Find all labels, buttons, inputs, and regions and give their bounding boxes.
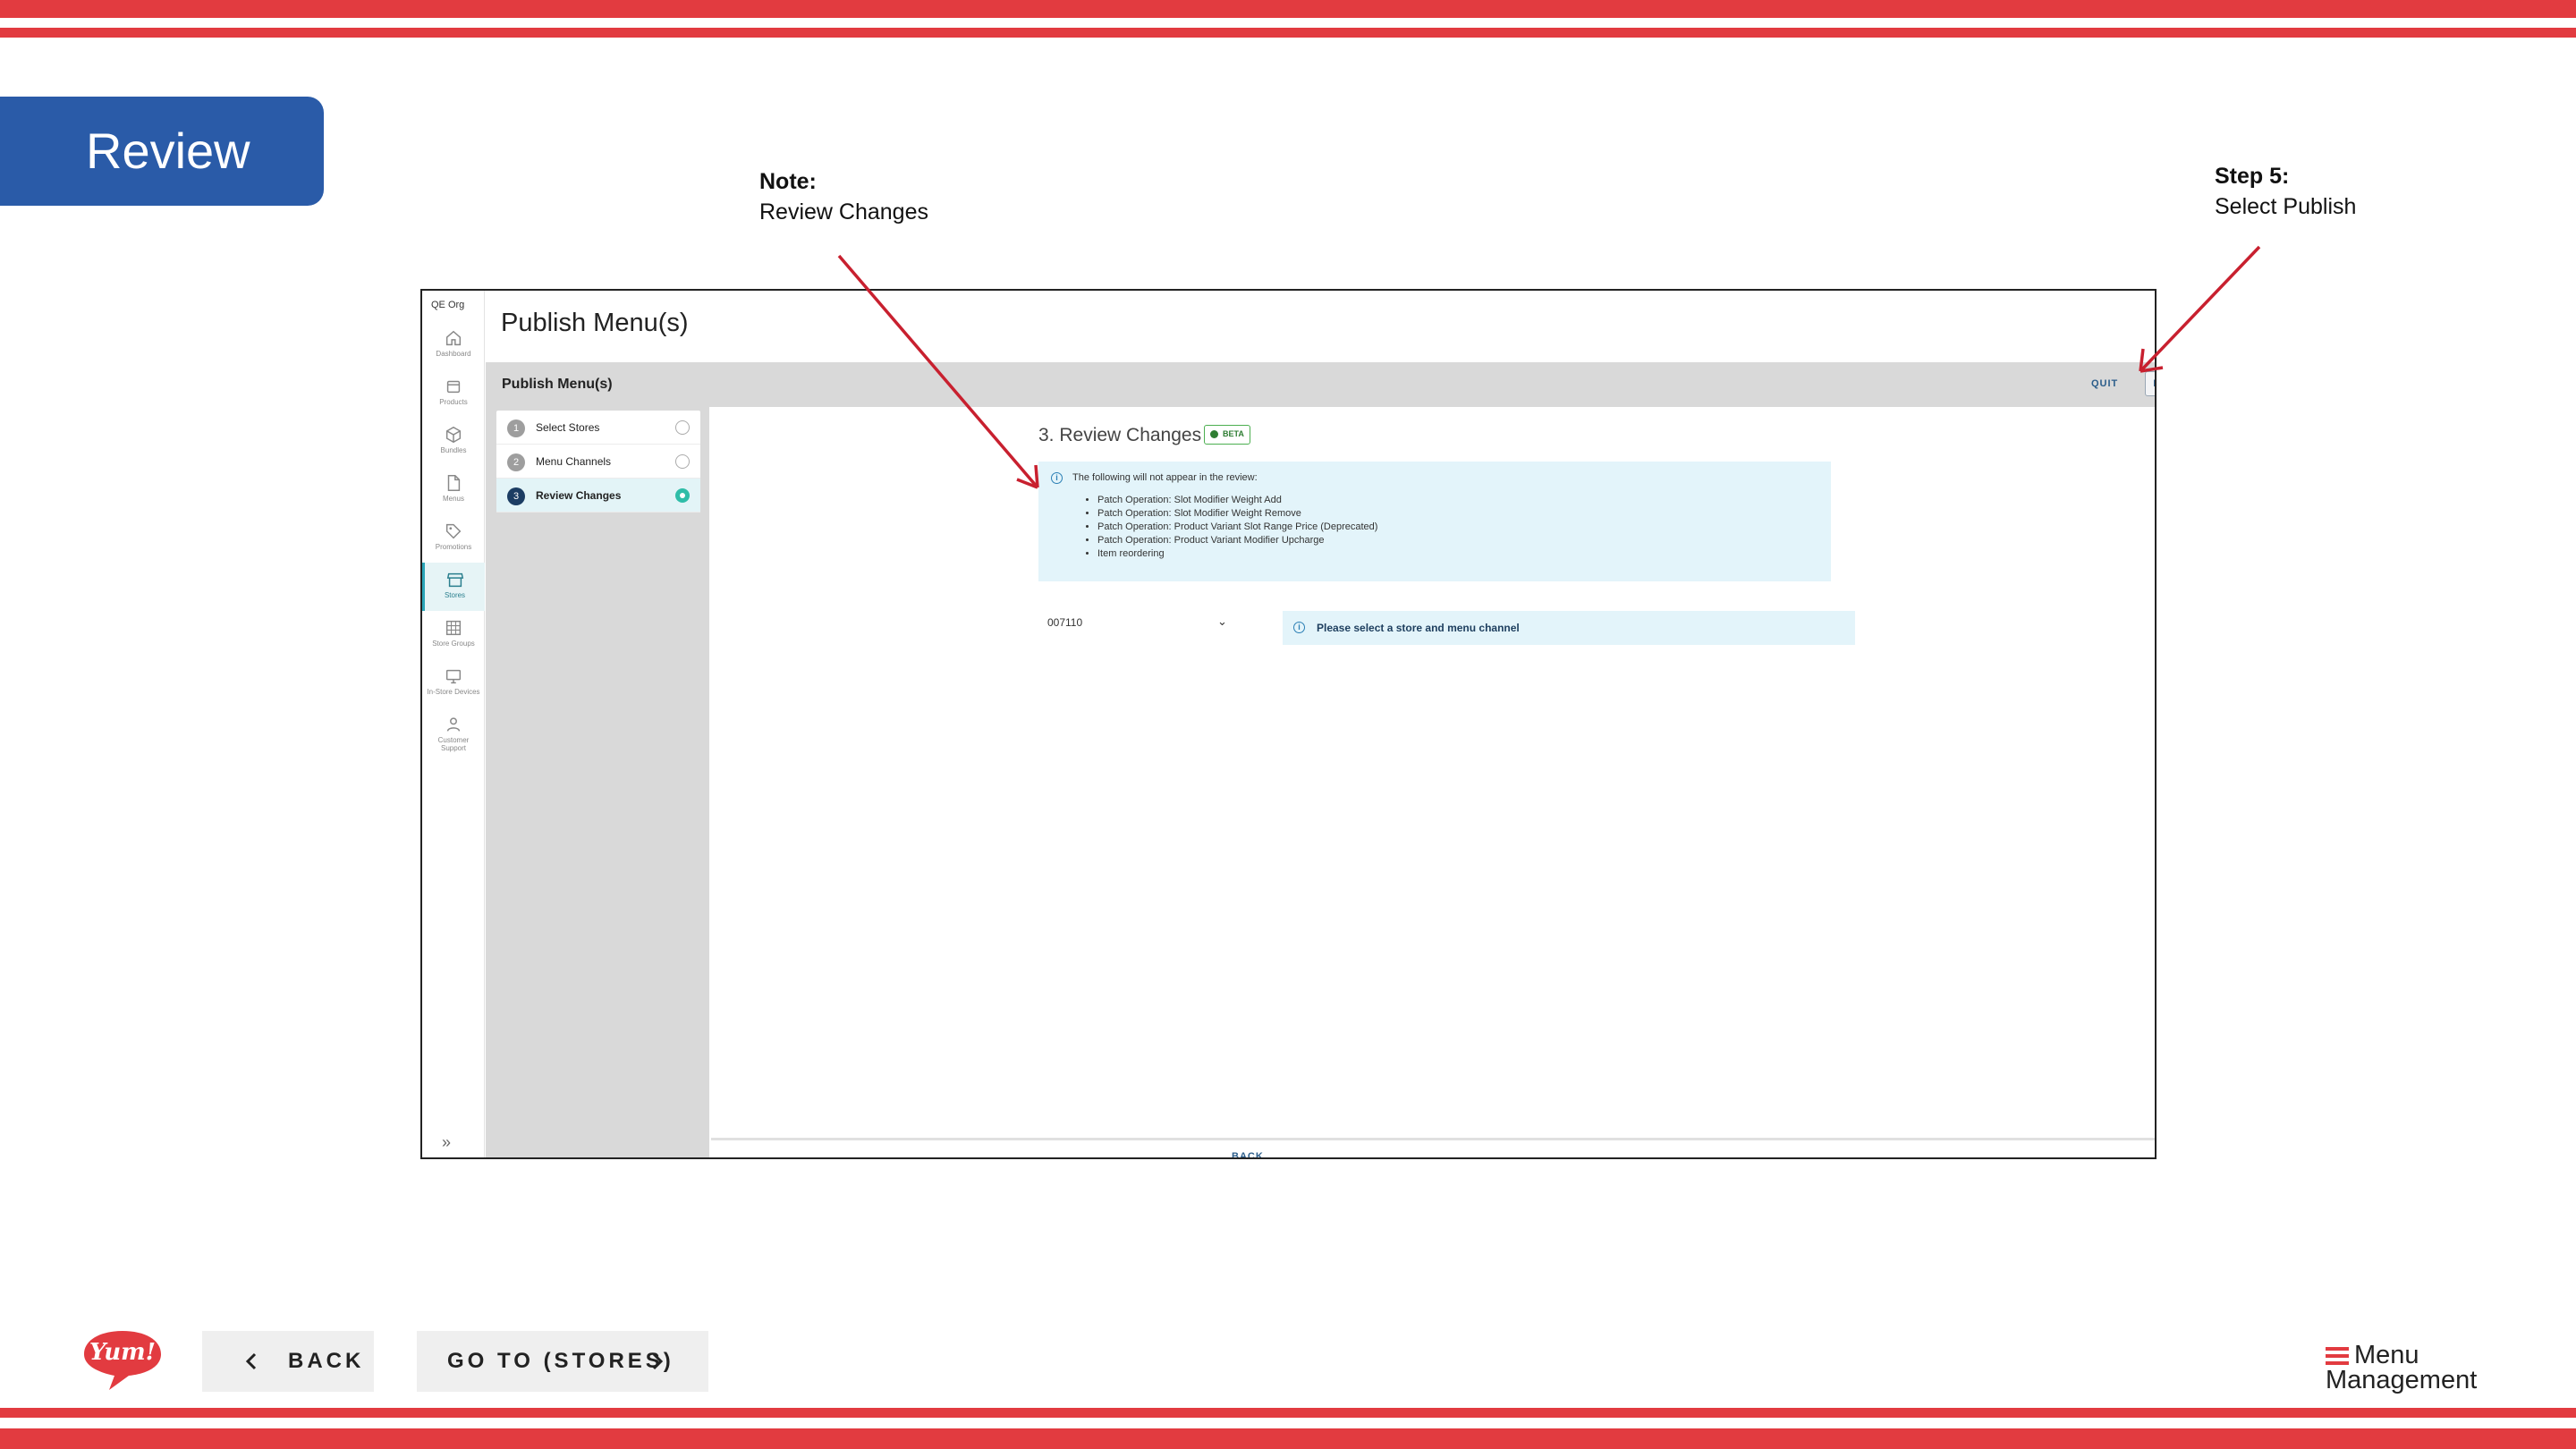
info-icon: i [1051, 472, 1063, 484]
note-callout: Note: Review Changes [759, 166, 928, 227]
go-to-stores-button[interactable]: GO TO (STORES) [417, 1331, 708, 1392]
chevron-left-icon [245, 1352, 257, 1370]
go-to-stores-label: GO TO (STORES) [447, 1349, 674, 1373]
rail-item-label: Promotions [435, 543, 472, 551]
step-label: Review Changes [536, 489, 622, 502]
step-callout-text: Select Publish [2215, 194, 2357, 219]
slide-title: Review [86, 123, 250, 179]
rail-item-label: Store Groups [432, 640, 475, 648]
step-menu-channels[interactable]: 2 Menu Channels [496, 445, 700, 479]
document-icon [447, 475, 461, 491]
step-number: 3 [507, 487, 525, 505]
store-select-value: 007110 [1047, 616, 1083, 629]
rail-item-promotions[interactable]: Promotions [422, 514, 485, 563]
select-store-notice: i Please select a store and menu channel [1283, 611, 1855, 645]
list-item: Patch Operation: Product Variant Slot Ra… [1097, 521, 1377, 534]
rail-item-label: Stores [444, 591, 466, 599]
expand-rail-icon[interactable]: » [442, 1133, 451, 1152]
info-list: Patch Operation: Slot Modifier Weight Ad… [1097, 494, 1377, 561]
yum-logo: Yum! [84, 1331, 161, 1390]
rail-item-label: Products [439, 398, 468, 406]
chevron-right-icon [652, 1352, 664, 1370]
note-callout-heading: Note: [759, 169, 817, 194]
list-item: Patch Operation: Product Variant Modifie… [1097, 534, 1377, 547]
step-radio[interactable] [675, 420, 690, 435]
menu-management-logo: Menu Management [2326, 1342, 2496, 1395]
beta-badge: BETA [1204, 425, 1250, 445]
step-label: Menu Channels [536, 455, 612, 468]
store-icon [446, 572, 463, 588]
rail-item-products[interactable]: Products [422, 369, 485, 418]
notice-text: Please select a store and menu channel [1317, 622, 1520, 634]
step-review-changes[interactable]: 3 Review Changes [496, 479, 700, 513]
rail-item-in-store-devices[interactable]: In-Store Devices [422, 659, 485, 708]
rail-item-label: Bundles [440, 446, 467, 454]
list-item: Patch Operation: Slot Modifier Weight Ad… [1097, 494, 1377, 507]
bottom-stripe-thin [0, 1408, 2576, 1418]
step-number: 1 [507, 419, 525, 437]
slide-title-tab: Review [0, 97, 324, 206]
toolbar: Publish Menu(s) QUIT PUBLISH [486, 362, 2155, 407]
nav-rail: QE Org Dashboard Products Bundles Menus … [422, 291, 485, 1157]
box-icon [446, 380, 461, 394]
toolbar-title: Publish Menu(s) [502, 377, 613, 392]
bottom-stripe-thick [0, 1428, 2576, 1449]
step-number: 2 [507, 453, 525, 471]
step-radio-selected[interactable] [675, 488, 690, 503]
review-info-box: i The following will not appear in the r… [1038, 462, 1831, 581]
yum-logo-text: Yum! [89, 1339, 156, 1366]
step-select-stores[interactable]: 1 Select Stores [496, 411, 700, 445]
publish-arrow [2139, 245, 2261, 373]
person-icon [446, 717, 461, 732]
page-title: Publish Menu(s) [501, 309, 689, 337]
logo-line-menu: Menu [2354, 1341, 2419, 1369]
review-content: 3. Review Changes BETA i The following w… [711, 407, 2155, 1157]
step-radio[interactable] [675, 454, 690, 469]
back-nav-button[interactable]: BACK [202, 1331, 374, 1392]
rail-item-store-groups[interactable]: Store Groups [422, 611, 485, 659]
rail-item-bundles[interactable]: Bundles [422, 418, 485, 466]
home-icon [445, 330, 462, 346]
list-item: Item reordering [1097, 547, 1377, 561]
back-nav-label: BACK [288, 1349, 365, 1373]
step-callout: Step 5: Select Publish [2215, 161, 2356, 222]
steps-pane: 1 Select Stores 2 Menu Channels 3 Review… [486, 407, 709, 1157]
monitor-icon [445, 669, 462, 684]
app-screenshot: QE Org Dashboard Products Bundles Menus … [420, 289, 2157, 1159]
step-callout-heading: Step 5: [2215, 164, 2290, 189]
rail-item-label: Dashboard [436, 350, 471, 358]
top-stripe-thick [0, 0, 2576, 18]
logo-line-management: Management [2326, 1366, 2478, 1394]
quit-button[interactable]: QUIT [2091, 378, 2118, 389]
rail-item-label: Customer Support [437, 736, 470, 752]
footer-divider [711, 1138, 2155, 1140]
step-label: Select Stores [536, 421, 600, 434]
info-heading: The following will not appear in the rev… [1072, 472, 1258, 483]
rail-item-label: In-Store Devices [427, 688, 480, 696]
tag-icon [445, 523, 462, 539]
grid-icon [445, 620, 462, 636]
rail-item-customer-support[interactable]: Customer Support [422, 708, 485, 765]
info-icon: i [1293, 622, 1305, 633]
note-callout-text: Review Changes [759, 199, 928, 225]
stepper: 1 Select Stores 2 Menu Channels 3 Review… [496, 411, 700, 513]
top-stripe-thin [0, 28, 2576, 38]
rail-item-dashboard[interactable]: Dashboard [422, 321, 485, 369]
rail-item-label: Menus [442, 495, 464, 503]
chevron-down-icon: ⌄ [1217, 614, 1227, 628]
back-button[interactable]: BACK [1232, 1151, 1264, 1157]
org-name: QE Org [431, 300, 465, 310]
rail-item-menus[interactable]: Menus [422, 466, 485, 514]
store-select[interactable]: 007110 ⌄ [1047, 614, 1227, 636]
cube-icon [445, 426, 462, 444]
rail-item-stores[interactable]: Stores [422, 563, 485, 611]
list-item: Patch Operation: Slot Modifier Weight Re… [1097, 507, 1377, 521]
publish-button[interactable]: PUBLISH [2145, 371, 2155, 396]
review-title: 3. Review Changes [1038, 425, 1202, 445]
